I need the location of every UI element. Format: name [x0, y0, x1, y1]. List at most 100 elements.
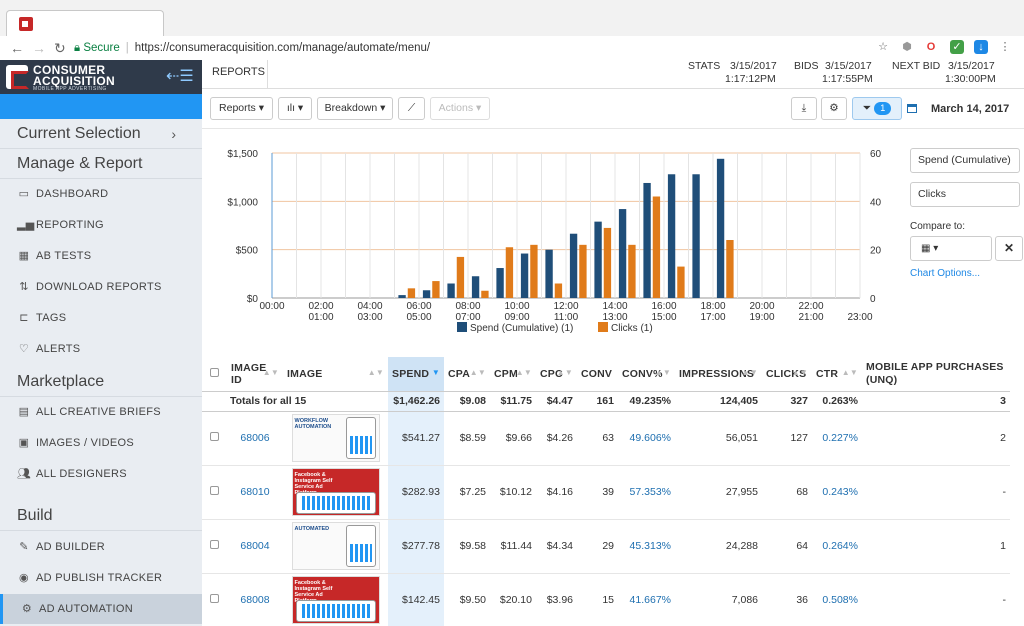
- address-bar[interactable]: 🔒︎ Secure | https://consumeracquisition.co…: [74, 39, 894, 58]
- conv-cell: 39: [577, 465, 618, 520]
- clicks-cell: 127: [762, 411, 812, 466]
- spend-cell: $277.78: [388, 519, 444, 574]
- row-checkbox[interactable]: [210, 432, 219, 441]
- totals-cpm: $11.75: [490, 391, 536, 412]
- ad-thumbnail[interactable]: AUTOMATED: [291, 522, 380, 570]
- browser-tab[interactable]: [6, 10, 164, 36]
- header-clicks[interactable]: CLICKS ▲▼: [762, 357, 812, 392]
- header-conv[interactable]: CONV: [577, 357, 618, 392]
- bar-chart-icon: ılı: [286, 102, 295, 114]
- forward-icon[interactable]: →: [32, 39, 46, 57]
- menu-dots-icon[interactable]: ⋮: [998, 40, 1012, 54]
- tab-reports[interactable]: REPORTS: [202, 60, 268, 89]
- header-ctr[interactable]: CTR ▲▼: [812, 357, 862, 392]
- sidebar-item-dashboard[interactable]: ▭ DASHBOARD: [0, 179, 202, 209]
- image-id-cell[interactable]: 68006: [227, 411, 283, 466]
- header-cpc[interactable]: CPC ▲▼: [536, 357, 577, 392]
- stats-label: STATS: [688, 60, 721, 72]
- sidebar-item-ad-publish-tracker[interactable]: ◉ AD PUBLISH TRACKER: [0, 563, 202, 593]
- opera-icon[interactable]: O: [924, 40, 938, 54]
- impressions-cell: 24,288: [675, 519, 762, 574]
- sort-icon: ▲▼: [741, 368, 758, 377]
- metric2-select[interactable]: Clicks: [910, 182, 1020, 207]
- image-id-cell[interactable]: 68010: [227, 465, 283, 520]
- totals-label: Totals for all 15: [202, 391, 388, 412]
- reports-dropdown[interactable]: Reports ▾: [210, 97, 273, 120]
- sidebar-item-download-reports[interactable]: ⇅ DOWNLOAD REPORTS: [0, 272, 202, 302]
- header-label: IMAGE ID: [231, 361, 267, 386]
- extension-icon[interactable]: ⬢: [900, 40, 914, 54]
- clear-compare-button[interactable]: ✕: [995, 236, 1023, 261]
- sidebar-item-reporting[interactable]: ▂▅ REPORTING: [0, 210, 202, 240]
- row-checkbox[interactable]: [210, 594, 219, 603]
- sidebar-item-label: TAGS: [36, 312, 67, 324]
- sidebar-item-all-designers[interactable]: 👥︎ ALL DESIGNERS: [0, 459, 202, 489]
- header-conv-pct[interactable]: CONV% ▲▼: [618, 357, 675, 392]
- header-image[interactable]: IMAGE ▲▼: [283, 357, 388, 392]
- totals-row: Totals for all 15 $1,462.26 $9.08 $11.75…: [202, 391, 1010, 412]
- line-chart-button[interactable]: ⟋: [398, 97, 425, 120]
- header-cpa[interactable]: CPA ▲▼: [444, 357, 490, 392]
- header-cpm[interactable]: CPM ▲▼: [490, 357, 536, 392]
- breakdown-dropdown[interactable]: Breakdown ▾: [317, 97, 393, 120]
- header-spend[interactable]: SPEND ▼: [388, 357, 444, 392]
- clicks-bar: [432, 281, 440, 298]
- metric1-select[interactable]: Spend (Cumulative): [910, 148, 1020, 173]
- ad-thumbnail[interactable]: Facebook & Instagram Self Service Ad Pla…: [291, 468, 380, 516]
- row-checkbox[interactable]: [210, 540, 219, 549]
- download-button[interactable]: ⤓: [791, 97, 817, 120]
- chart-type-dropdown[interactable]: ılı ▾: [278, 97, 312, 120]
- download-icon: ⤓: [801, 102, 807, 114]
- shield-icon[interactable]: ✓: [950, 40, 964, 54]
- download-ext-icon[interactable]: ↓: [974, 40, 988, 54]
- row-checkbox[interactable]: [210, 486, 219, 495]
- ad-thumbnail[interactable]: Facebook & Instagram Self Service Ad Pla…: [291, 576, 380, 624]
- tools-icon: ✎: [19, 541, 29, 553]
- ad-thumbnail[interactable]: WORKFLOW AUTOMATION: [291, 414, 380, 462]
- current-selection-toggle[interactable]: Current Selection ›: [0, 119, 202, 149]
- date-picker-label[interactable]: March 14, 2017: [931, 103, 1009, 115]
- conv-cell: 15: [577, 573, 618, 626]
- header-label: CONV: [581, 367, 613, 380]
- spend-bar: [692, 174, 700, 298]
- header-impressions[interactable]: IMPRESSIONS ▲▼: [675, 357, 762, 392]
- accent-bar: [0, 94, 202, 119]
- conv-pct-cell: 57.353%: [618, 465, 675, 520]
- actions-dropdown[interactable]: Actions ▾: [430, 97, 490, 120]
- header-image-id[interactable]: IMAGE ID ▲▼: [227, 357, 283, 392]
- sidebar-item-tags[interactable]: ⊏ TAGS: [0, 303, 202, 333]
- settings-button[interactable]: ⚙: [821, 97, 847, 120]
- table-row[interactable]: 68006 WORKFLOW AUTOMATION $541.27 $8.59 $9.6…: [202, 411, 1010, 466]
- header-label: CPM: [494, 367, 518, 380]
- toolbar: Reports ▾ ılı ▾ Breakdown ▾ ⟋ Actions ▾ …: [202, 89, 1024, 129]
- sidebar-item-ad-builder[interactable]: ✎ AD BUILDER: [0, 532, 202, 562]
- totals-spend: $1,462.26: [388, 391, 444, 412]
- calendar-icon[interactable]: [907, 103, 917, 113]
- back-icon[interactable]: ←: [10, 39, 24, 57]
- select-all-checkbox[interactable]: [210, 367, 219, 377]
- table-row[interactable]: 68010 Facebook & Instagram Self Service A…: [202, 465, 1010, 520]
- header-select-all[interactable]: [202, 357, 227, 392]
- image-id-cell[interactable]: 68004: [227, 519, 283, 574]
- star-icon[interactable]: ☆: [876, 40, 890, 54]
- sidebar-item-ab-tests[interactable]: ▦ AB TESTS: [0, 241, 202, 271]
- table-row[interactable]: 68008 Facebook & Instagram Self Service A…: [202, 573, 1010, 626]
- header-purchases[interactable]: MOBILE APP PURCHASES (UNQ): [862, 357, 1010, 392]
- sidebar-item-images-videos[interactable]: ▣ IMAGES / VIDEOS: [0, 428, 202, 458]
- compare-date-dropdown[interactable]: ▦ ▾: [910, 236, 992, 261]
- bids-time: 1:17:55PM: [822, 73, 873, 85]
- logo-icon[interactable]: [6, 65, 29, 89]
- chart-options-link[interactable]: Chart Options...: [910, 268, 980, 279]
- image-id-cell[interactable]: 68008: [227, 573, 283, 626]
- sidebar-item-alerts[interactable]: ♡ ALERTS: [0, 334, 202, 364]
- logo-tagline: MOBILE APP ADVERTISING: [33, 86, 107, 92]
- sidebar-item-all-creative-briefs[interactable]: ▤ ALL CREATIVE BRIEFS: [0, 397, 202, 427]
- x-tick-label: 21:00: [798, 312, 823, 323]
- sidebar-item-ad-automation[interactable]: ⚙ AD AUTOMATION: [0, 594, 202, 624]
- clicks-bar: [726, 240, 734, 298]
- menu-toggle-icon[interactable]: ⇠☰: [166, 68, 194, 86]
- filter-button[interactable]: ⏷ 1: [852, 97, 902, 120]
- table-row[interactable]: 68004 AUTOMATED $277.78 $9.58 $11.44 $4.34 29 4…: [202, 519, 1010, 574]
- sort-icon: ▲▼: [262, 368, 279, 377]
- reload-icon[interactable]: ↻: [54, 39, 66, 57]
